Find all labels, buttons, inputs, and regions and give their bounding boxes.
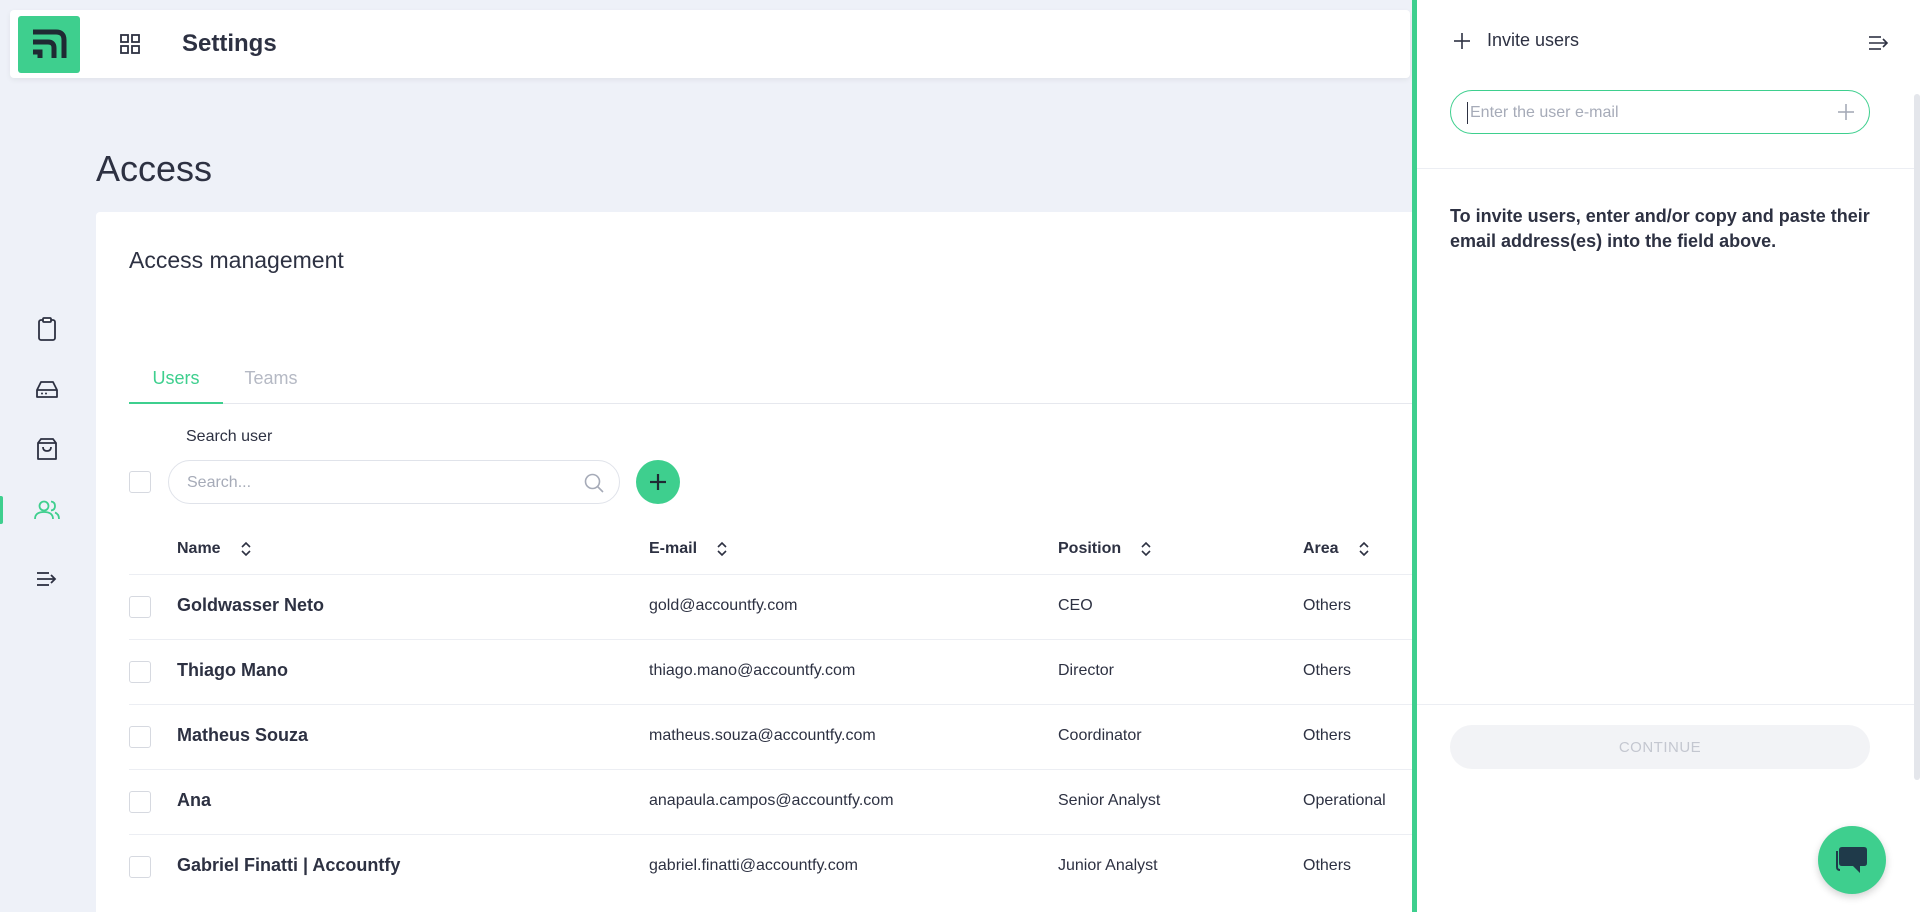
- tab-teams[interactable]: Teams: [231, 352, 311, 404]
- users-icon: [34, 500, 60, 520]
- user-email: anapaula.campos@accountfy.com: [649, 792, 894, 809]
- table-row[interactable]: Ana anapaula.campos@accountfy.com Senior…: [129, 769, 1416, 834]
- user-area: Others: [1303, 727, 1352, 744]
- card-title: Access management: [129, 247, 344, 273]
- table-row[interactable]: Thiago Mano thiago.mano@accountfy.com Di…: [129, 639, 1416, 704]
- row-checkbox[interactable]: [129, 791, 151, 813]
- user-position: Junior Analyst: [1058, 857, 1158, 874]
- nav-expand[interactable]: [30, 562, 64, 596]
- sort-icon[interactable]: [239, 540, 253, 558]
- user-area: Others: [1303, 662, 1352, 679]
- row-checkbox[interactable]: [129, 726, 151, 748]
- user-position: CEO: [1058, 597, 1093, 614]
- sort-icon[interactable]: [715, 540, 729, 558]
- top-bar: Settings: [10, 10, 1410, 78]
- user-email: gold@accountfy.com: [649, 597, 798, 614]
- user-name: Goldwasser Neto: [177, 595, 325, 615]
- plus-icon: [1454, 32, 1470, 49]
- add-user-button[interactable]: [636, 460, 680, 504]
- sort-icon[interactable]: [1139, 540, 1153, 558]
- invite-email-input[interactable]: [1467, 102, 1817, 124]
- user-email: matheus.souza@accountfy.com: [649, 727, 876, 744]
- nav-drive[interactable]: [30, 372, 64, 406]
- user-name: Gabriel Finatti | Accountfy: [177, 855, 401, 875]
- search-input[interactable]: [187, 472, 567, 494]
- user-position: Director: [1058, 662, 1115, 679]
- nav-clipboard[interactable]: [30, 312, 64, 346]
- panel-footer-divider: [1417, 704, 1920, 705]
- table-row[interactable]: Gabriel Finatti | Accountfy gabriel.fina…: [129, 834, 1416, 899]
- continue-button[interactable]: CONTINUE: [1450, 725, 1870, 769]
- user-name: Ana: [177, 790, 212, 810]
- column-header-name[interactable]: Name: [177, 540, 253, 558]
- search-label: Search user: [186, 428, 273, 445]
- table-row[interactable]: Goldwasser Neto gold@accountfy.com CEO O…: [129, 574, 1416, 639]
- invite-email-field: [1450, 90, 1870, 134]
- tab-bar: Users Teams: [129, 352, 1416, 404]
- user-area: Operational: [1303, 792, 1386, 809]
- panel-divider: [1417, 168, 1920, 169]
- select-all-checkbox[interactable]: [129, 471, 151, 493]
- page-title: Access: [96, 148, 213, 189]
- user-email: thiago.mano@accountfy.com: [649, 662, 856, 679]
- column-header-email[interactable]: E-mail: [649, 540, 729, 558]
- clipboard-icon: [38, 317, 56, 341]
- user-email: gabriel.finatti@accountfy.com: [649, 857, 858, 874]
- plus-icon: [650, 474, 666, 490]
- invite-users-panel: Invite users To invite users, enter and/…: [1417, 0, 1920, 912]
- add-email-icon[interactable]: [1837, 103, 1855, 121]
- table-row[interactable]: Matheus Souza matheus.souza@accountfy.co…: [129, 704, 1416, 769]
- user-position: Coordinator: [1058, 727, 1142, 744]
- logo-icon: [33, 29, 67, 58]
- user-area: Others: [1303, 597, 1352, 614]
- row-checkbox[interactable]: [129, 596, 151, 618]
- drive-icon: [36, 381, 58, 398]
- user-name: Matheus Souza: [177, 725, 309, 745]
- user-position: Senior Analyst: [1058, 792, 1161, 809]
- shopping-bag-icon: [37, 438, 57, 460]
- collapse-panel-icon[interactable]: [1868, 34, 1890, 52]
- header-title: Settings: [182, 30, 277, 57]
- sort-icon[interactable]: [1357, 540, 1371, 558]
- nav-shopping[interactable]: [30, 432, 64, 466]
- row-checkbox[interactable]: [129, 856, 151, 878]
- invite-instructions: To invite users, enter and/or copy and p…: [1450, 206, 1870, 251]
- panel-title: Invite users: [1487, 30, 1580, 50]
- tab-users[interactable]: Users: [129, 352, 223, 404]
- column-header-position[interactable]: Position: [1058, 540, 1153, 558]
- search-field: [168, 460, 620, 504]
- app-logo[interactable]: [18, 16, 80, 73]
- access-card: Access management Users Teams Search use…: [96, 212, 1416, 912]
- search-icon[interactable]: [583, 472, 605, 494]
- menu-expand-icon: [37, 572, 57, 586]
- nav-active-indicator: [0, 496, 3, 524]
- panel-scrollbar[interactable]: [1914, 94, 1920, 780]
- user-area: Others: [1303, 857, 1352, 874]
- nav-users[interactable]: [30, 493, 64, 527]
- user-name: Thiago Mano: [177, 660, 288, 680]
- chat-button[interactable]: [1818, 826, 1886, 894]
- chat-bubble-icon: [1836, 847, 1867, 873]
- column-header-area[interactable]: Area: [1303, 540, 1371, 558]
- apps-grid-icon[interactable]: [118, 32, 142, 56]
- invite-users-header[interactable]: Invite users: [1453, 30, 1579, 51]
- row-checkbox[interactable]: [129, 661, 151, 683]
